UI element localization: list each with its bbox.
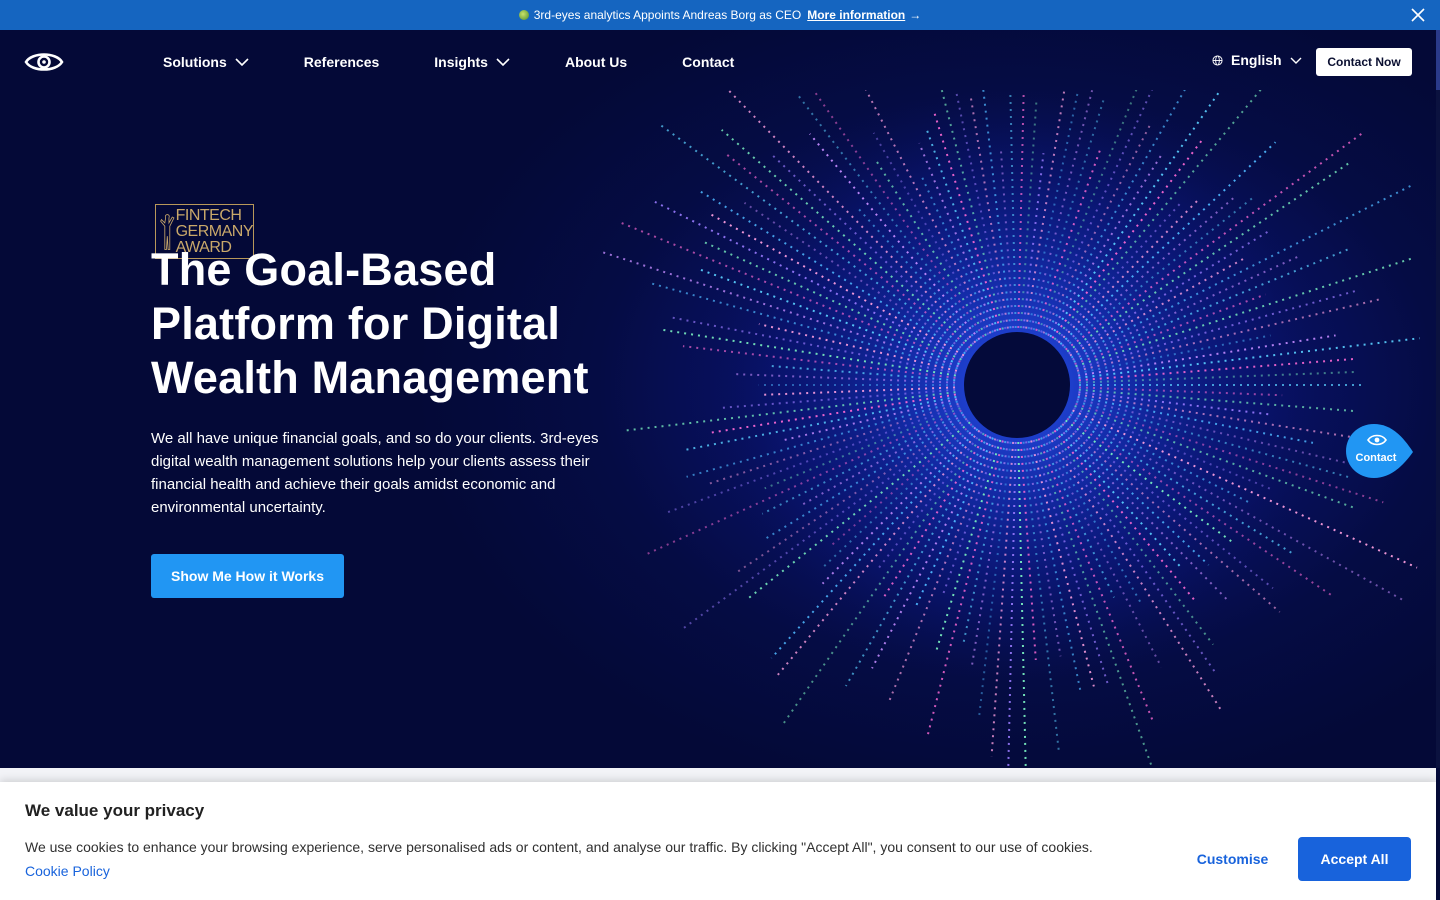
- scrollbar-thumb[interactable]: [1436, 30, 1440, 90]
- cookie-consent-banner: We value your privacy We use cookies to …: [0, 782, 1436, 900]
- headline-line-1: The Goal-Based: [151, 244, 497, 295]
- headline-line-3: Wealth Management: [151, 352, 589, 403]
- contact-bubble-shape: [1346, 424, 1413, 478]
- nav-item-insights[interactable]: Insights: [434, 54, 510, 70]
- nav-item-solutions[interactable]: Solutions: [163, 54, 249, 70]
- award-line-1: FINTECH: [175, 206, 242, 224]
- language-selector[interactable]: English: [1212, 52, 1302, 68]
- hero-lead-text: We all have unique financial goals, and …: [151, 430, 599, 516]
- nav-item-label: Contact: [682, 54, 735, 70]
- globe-badge-icon: [518, 10, 529, 20]
- chevron-down-icon: [496, 58, 510, 66]
- nav-item-references[interactable]: References: [304, 54, 380, 70]
- hero-headline: The Goal-Based Platform for Digital Weal…: [151, 243, 671, 405]
- cookie-text: We use cookies to enhance your browsing …: [25, 835, 1095, 883]
- nav-item-contact[interactable]: Contact: [682, 54, 734, 70]
- scrollbar[interactable]: [1436, 30, 1440, 768]
- headline-line-2: Platform for Digital: [151, 298, 561, 349]
- eye-pupil: [964, 332, 1070, 438]
- more-information-link[interactable]: More information: [807, 8, 905, 22]
- show-me-how-button[interactable]: Show Me How it Works: [151, 554, 344, 598]
- hero-section: FINTECH GERMANY AWARD The Goal-Based Pla…: [0, 30, 1436, 768]
- floating-contact-button[interactable]: Contact: [1346, 424, 1414, 478]
- announcement-bar: 3rd-eyes analytics Appoints Andreas Borg…: [0, 0, 1440, 30]
- section-divider: [0, 768, 1436, 782]
- nav-item-label: Insights: [434, 54, 488, 70]
- contact-now-button[interactable]: Contact Now: [1316, 48, 1412, 76]
- chevron-down-icon: [235, 58, 249, 66]
- nav-item-about-us[interactable]: About Us: [565, 54, 627, 70]
- floating-contact-label: Contact: [1355, 452, 1397, 464]
- nav-menu: Solutions References Insights About Us C…: [163, 30, 789, 94]
- award-line-2: GERMANY: [175, 222, 254, 240]
- eye-icon: [1367, 434, 1387, 446]
- customise-button[interactable]: Customise: [1185, 837, 1280, 881]
- cookie-title: We value your privacy: [25, 801, 205, 820]
- announcement-text: 3rd-eyes analytics Appoints Andreas Borg…: [533, 8, 802, 22]
- globe-icon: [1212, 54, 1223, 66]
- nav-item-label: References: [303, 54, 380, 70]
- 3rd-eyes-logo-icon[interactable]: [24, 50, 64, 74]
- cookie-policy-link[interactable]: Cookie Policy: [25, 863, 110, 879]
- close-icon[interactable]: [1408, 5, 1428, 25]
- chevron-down-icon: [1290, 57, 1302, 64]
- arrow-right-icon: →: [909, 8, 922, 22]
- eye-visual: [601, 90, 1420, 768]
- nav-item-label: About Us: [564, 54, 628, 70]
- language-label: English: [1231, 52, 1282, 68]
- nav-item-label: Solutions: [163, 54, 227, 70]
- main-navigation: Solutions References Insights About Us C…: [0, 30, 1436, 94]
- cookie-body: We use cookies to enhance your browsing …: [25, 839, 1093, 855]
- accept-all-button[interactable]: Accept All: [1298, 837, 1411, 881]
